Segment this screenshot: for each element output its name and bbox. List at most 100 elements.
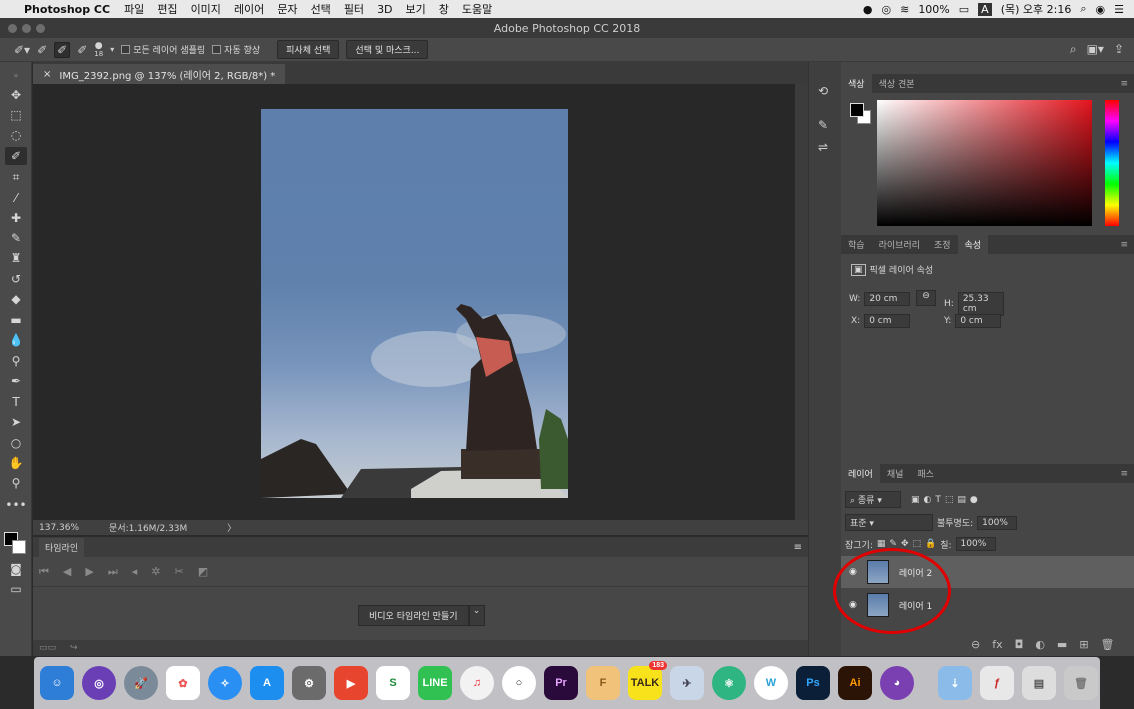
blur-tool-icon[interactable]: 💧 xyxy=(5,331,27,349)
marquee-tool-icon[interactable]: ⬚ xyxy=(5,106,27,124)
tab-paths[interactable]: 패스 xyxy=(910,464,941,483)
subtract-selection-icon[interactable]: ✐ xyxy=(77,43,87,57)
first-frame-icon[interactable]: ⏮ xyxy=(39,565,49,579)
convert-icon[interactable]: ↪ xyxy=(70,643,78,653)
quick-mask-icon[interactable]: ◙ xyxy=(5,560,27,578)
zoom-button[interactable] xyxy=(36,24,45,33)
background-color[interactable] xyxy=(12,540,26,554)
premiere-icon[interactable]: Pr xyxy=(544,666,578,700)
app-name[interactable]: Photoshop CC xyxy=(24,3,110,16)
path-select-icon[interactable]: ➤ xyxy=(5,413,27,431)
menu-edit[interactable]: 편집 xyxy=(157,1,177,17)
crop-tool-icon[interactable]: ⌗ xyxy=(5,168,27,186)
new-group-icon[interactable]: ▬ xyxy=(1057,638,1067,651)
x-value[interactable]: 0 cm xyxy=(864,314,911,328)
add-selection-icon[interactable]: ✐ xyxy=(54,41,71,58)
menu-select[interactable]: 선택 xyxy=(311,1,331,17)
menu-image[interactable]: 이미지 xyxy=(191,1,221,17)
layer-filter[interactable]: ⌕ 종류 ▾ ▣ ◐ T ⬚ ▤ ● xyxy=(845,491,978,508)
screen-mode-icon[interactable]: ▭ xyxy=(5,580,27,598)
shape-tool-icon[interactable]: ○ xyxy=(5,434,27,452)
trash-icon[interactable]: 🗑 xyxy=(1101,638,1115,651)
tab-learn[interactable]: 학습 xyxy=(841,235,872,254)
stamp-tool-icon[interactable]: ♜ xyxy=(5,249,27,267)
next-frame-icon[interactable]: ⏭ xyxy=(108,565,118,579)
status-arrow-icon[interactable]: 〉 xyxy=(227,521,236,534)
healing-tool-icon[interactable]: ✚ xyxy=(5,209,27,227)
sheets-icon[interactable]: S xyxy=(376,666,410,700)
eyedropper-tool-icon[interactable]: ⁄ xyxy=(5,189,27,207)
menu-filter[interactable]: 필터 xyxy=(344,1,364,17)
photoshop-icon[interactable]: Ps xyxy=(796,666,830,700)
history-brush-icon[interactable]: ↺ xyxy=(5,270,27,288)
launchpad-icon[interactable]: 🚀 xyxy=(124,666,158,700)
frames-icon[interactable]: ▭▭ xyxy=(39,643,56,653)
brush-tool-icon[interactable]: ✎ xyxy=(5,229,27,247)
y-field[interactable]: Y: 0 cm xyxy=(944,314,1002,328)
creative-cloud-icon[interactable]: ◎ xyxy=(881,3,891,16)
gradient-tool-icon[interactable]: ▬ xyxy=(5,311,27,329)
add-mask-icon[interactable]: ◘ xyxy=(1015,638,1024,651)
downloads-folder-icon[interactable]: ⇣ xyxy=(938,666,972,700)
filter-type-icon[interactable]: T xyxy=(935,495,941,505)
quick-select-preset-icon[interactable]: ✐▾ xyxy=(14,43,30,57)
audio-icon[interactable]: ◂ xyxy=(132,565,138,578)
tab-channels[interactable]: 채널 xyxy=(880,464,911,483)
new-selection-icon[interactable]: ✐ xyxy=(37,43,47,57)
link-layers-icon[interactable]: ⊖ xyxy=(971,638,980,651)
music-icon[interactable]: ♫ xyxy=(460,666,494,700)
width-value[interactable]: 20 cm xyxy=(864,292,911,306)
canvas-area[interactable] xyxy=(33,84,795,520)
adjust-icon[interactable]: ⇌ xyxy=(818,140,828,154)
bugs-icon[interactable]: ▶ xyxy=(334,666,368,700)
circle-app-icon[interactable]: ○ xyxy=(502,666,536,700)
opacity-value[interactable]: 100% xyxy=(977,515,1018,530)
system-preferences-icon[interactable]: ⚙ xyxy=(292,666,326,700)
brush-settings-icon[interactable]: ✎ xyxy=(818,118,828,132)
new-layer-icon[interactable]: ⊞ xyxy=(1079,638,1088,651)
notification-icon[interactable]: ● xyxy=(863,3,873,16)
menu-view[interactable]: 보기 xyxy=(406,1,426,17)
color-picker-field[interactable] xyxy=(877,100,1092,226)
select-and-mask-button[interactable]: 선택 및 마스크... xyxy=(346,40,429,59)
close-window-button[interactable] xyxy=(8,24,17,33)
github-icon[interactable]: ◕ xyxy=(880,666,914,700)
f360-icon[interactable]: F xyxy=(586,666,620,700)
line-icon[interactable]: LINE xyxy=(418,666,452,700)
tab-properties[interactable]: 속성 xyxy=(957,235,989,254)
zoom-tool-icon[interactable]: ⚲ xyxy=(5,474,27,492)
workspace-icon[interactable]: ▣▾ xyxy=(1087,42,1104,57)
trash-icon[interactable]: 🗑 xyxy=(1064,666,1098,700)
filter-pixel-icon[interactable]: ▣ xyxy=(911,495,920,505)
filter-shape-icon[interactable]: ⬚ xyxy=(945,495,954,505)
lock-all-icon[interactable]: 🔒 xyxy=(925,539,936,549)
blend-mode[interactable]: 표준 ▾ 불투명도: 100% xyxy=(845,514,1018,531)
tab-layers[interactable]: 레이어 xyxy=(841,464,880,483)
clock[interactable]: (목) 오후 2:16 xyxy=(1001,1,1072,17)
menu-type[interactable]: 문자 xyxy=(277,1,297,17)
prev-frame-icon[interactable]: ◀ xyxy=(63,565,71,578)
app-store-icon[interactable]: A xyxy=(250,666,284,700)
photos-icon[interactable]: ✿ xyxy=(166,666,200,700)
zoom-level[interactable]: 137.36% xyxy=(39,523,79,533)
tab-adjustments[interactable]: 조정 xyxy=(927,235,958,254)
type-tool-icon[interactable]: T xyxy=(5,393,27,411)
kakaotalk-icon[interactable]: TALK 183 xyxy=(628,661,667,700)
menu-window[interactable]: 창 xyxy=(439,1,449,17)
x-field[interactable]: X: 0 cm xyxy=(851,314,911,328)
search-icon[interactable]: ⌕ xyxy=(1070,42,1077,57)
auto-enhance-checkbox[interactable]: 자동 향상 xyxy=(212,43,260,56)
play-icon[interactable]: ▶ xyxy=(85,565,93,578)
atom-icon[interactable]: ⚛ xyxy=(712,666,746,700)
more-tools-icon[interactable]: ••• xyxy=(5,496,27,514)
collapse-icon[interactable]: » xyxy=(5,66,27,84)
adjustment-layer-icon[interactable]: ◐ xyxy=(1035,638,1045,651)
hand-tool-icon[interactable]: ✋ xyxy=(5,454,27,472)
tab-color[interactable]: 색상 xyxy=(841,74,872,93)
file-stack-icon[interactable]: ▤ xyxy=(1022,666,1056,700)
filter-adjust-icon[interactable]: ◐ xyxy=(924,495,932,505)
w-app-icon[interactable]: W xyxy=(754,666,788,700)
height-value[interactable]: 25.33 cm xyxy=(957,292,1004,316)
spotlight-icon[interactable]: ⌕ xyxy=(1080,2,1086,16)
lasso-tool-icon[interactable]: ◌ xyxy=(5,126,27,144)
